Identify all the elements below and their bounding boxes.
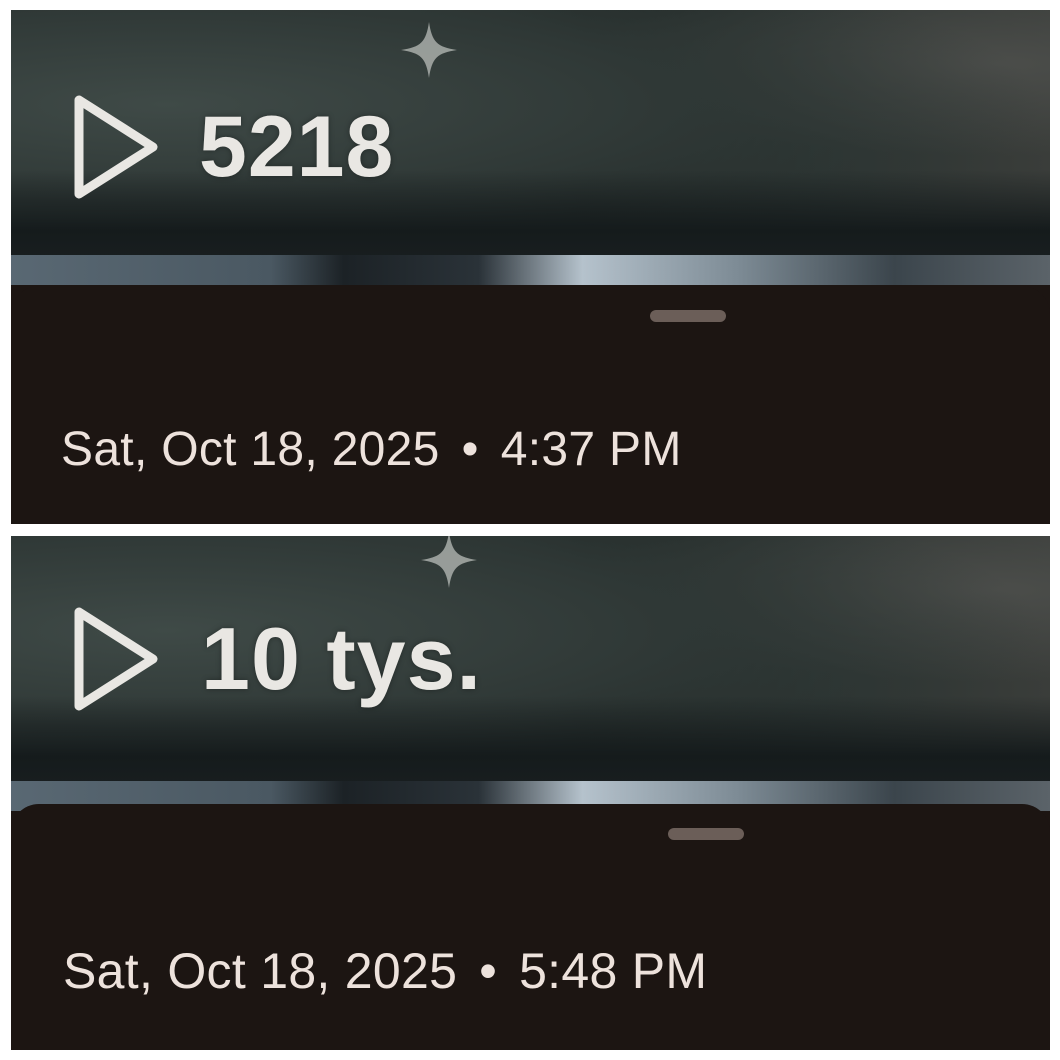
capture-time: 5:48 PM [519, 943, 708, 999]
drag-handle[interactable] [650, 310, 726, 322]
capture-time: 4:37 PM [500, 423, 682, 476]
view-count-row: 10 tys. [69, 604, 482, 714]
capture-datetime: Sat, Oct 18, 2025 • 4:37 PM [61, 422, 682, 477]
screenshot-panel-2: 10 tys. Sat, Oct 18, 2025 • 5:48 PM [11, 536, 1050, 1050]
view-count-row: 5218 [69, 92, 394, 202]
video-thumbnail-edge [11, 255, 1050, 285]
drag-handle[interactable] [668, 828, 744, 840]
capture-date: Sat, Oct 18, 2025 [61, 423, 440, 476]
view-count: 10 tys. [201, 609, 482, 708]
view-count: 5218 [199, 99, 395, 195]
play-outline-icon [74, 607, 158, 711]
sparkle-icon [421, 536, 477, 588]
capture-date: Sat, Oct 18, 2025 [63, 943, 458, 999]
capture-datetime: Sat, Oct 18, 2025 • 5:48 PM [63, 942, 707, 1000]
datetime-separator: • [479, 943, 498, 999]
sparkle-icon [401, 22, 457, 78]
play-outline-icon [74, 95, 158, 199]
bottom-sheet[interactable]: Sat, Oct 18, 2025 • 5:48 PM [11, 804, 1050, 1044]
bottom-sheet[interactable]: Sat, Oct 18, 2025 • 4:37 PM [11, 286, 1050, 524]
screenshot-panel-1: ​ 5218 Sat, Oct 18, 2025•4:37 PM [11, 10, 1050, 524]
datetime-separator: • [461, 423, 479, 476]
